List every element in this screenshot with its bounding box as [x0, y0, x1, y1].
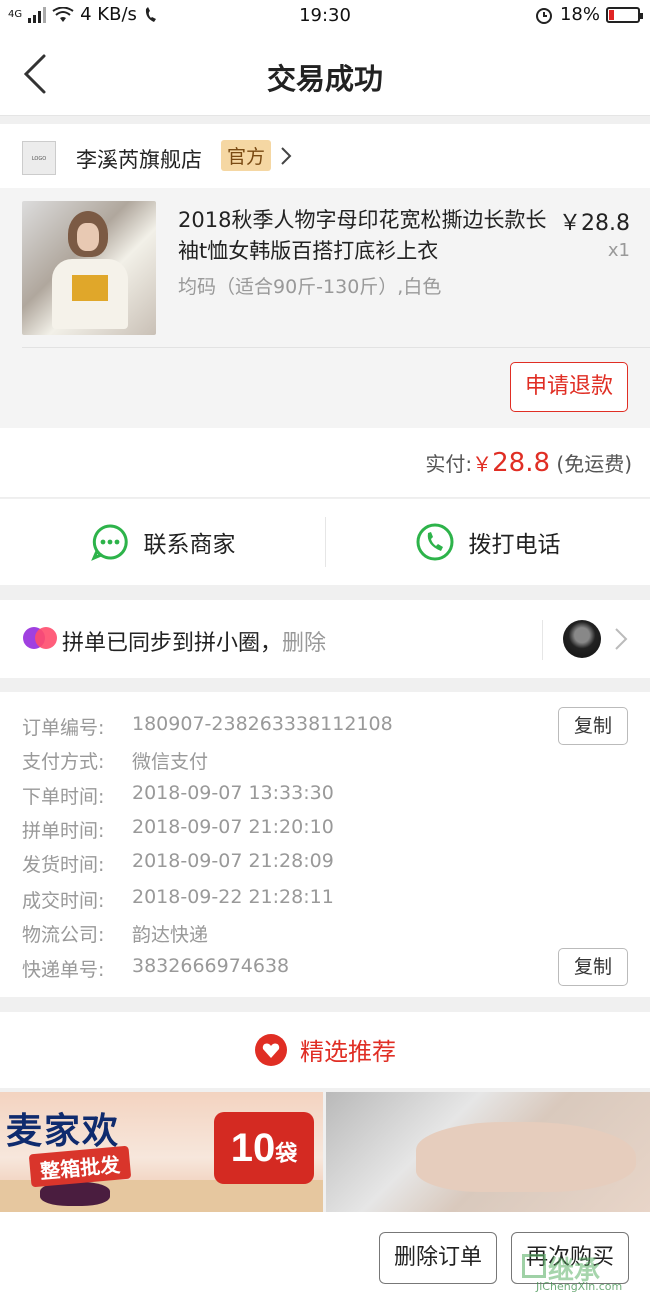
product-thumbnail: [22, 201, 156, 335]
alarm-icon: [535, 7, 552, 24]
info-key: 成交时间:: [22, 890, 105, 912]
info-value: 韵达快递: [132, 924, 209, 946]
page-title: 交易成功: [266, 62, 383, 96]
chat-icon: [90, 524, 128, 561]
shipping-note: (免运费): [556, 452, 632, 476]
banner-count-badge: 10袋: [214, 1112, 314, 1184]
status-right: 18%: [534, 4, 643, 25]
info-value: 2018-09-07 13:33:30: [132, 782, 334, 804]
chevron-right-icon[interactable]: [614, 627, 628, 651]
info-row-payment: 支付方式: 微信支付: [22, 747, 208, 774]
refund-button[interactable]: 申请退款: [510, 362, 628, 412]
info-key: 发货时间:: [22, 854, 105, 876]
sync-banner: 拼单已同步到拼小圈，删除: [0, 600, 650, 678]
payment-line: 实付:￥28.8 (免运费): [425, 448, 632, 478]
info-key: 订单编号:: [22, 717, 105, 739]
product-spec: 均码（适合90斤-130斤）,白色: [178, 276, 442, 298]
recommend-header: 精选推荐: [0, 1012, 650, 1088]
call-phone-label: 拨打电话: [468, 532, 561, 558]
recommend-item-left[interactable]: 麦家欢 整箱批发 10袋: [0, 1092, 323, 1212]
sync-text-line: 拼单已同步到拼小圈，删除: [62, 625, 326, 657]
payment-summary: 实付:￥28.8 (免运费): [0, 428, 650, 498]
buy-again-button[interactable]: 再次购买: [511, 1232, 629, 1284]
product-divider: [22, 347, 650, 348]
paid-label: 实付:: [425, 452, 473, 476]
call-phone-button[interactable]: 拨打电话: [325, 499, 650, 585]
delete-order-button[interactable]: 删除订单: [379, 1232, 497, 1284]
info-row-group-time: 拼单时间: 2018-09-07 21:20:10: [22, 816, 334, 843]
info-key: 支付方式:: [22, 751, 105, 773]
info-value: 3832666974638: [132, 955, 290, 977]
info-row-deal-time: 成交时间: 2018-09-22 21:28:11: [22, 886, 334, 913]
order-info: 订单编号: 180907-238263338112108 复制 支付方式: 微信支付…: [0, 692, 650, 997]
copy-order-no-button[interactable]: 复制: [558, 707, 628, 745]
info-key: 拼单时间:: [22, 820, 105, 842]
info-value: 2018-09-07 21:28:09: [132, 850, 334, 872]
contact-merchant-label: 联系商家: [143, 532, 236, 558]
phone-icon: [416, 523, 453, 561]
sync-message: 拼单已同步到拼小圈，: [62, 631, 283, 656]
info-value: 2018-09-07 21:20:10: [132, 816, 334, 838]
pinxiaoquan-icon: [23, 627, 57, 649]
battery-level: [609, 9, 615, 20]
battery-icon: [606, 6, 643, 23]
banner-brand: 麦家欢: [6, 1110, 121, 1152]
info-value: 微信支付: [132, 751, 209, 773]
avatar[interactable]: [563, 620, 601, 658]
sync-separator: [542, 620, 543, 660]
nav-bar: 交易成功: [0, 34, 650, 116]
info-key: 快递单号:: [22, 959, 105, 981]
product-photo: [416, 1122, 636, 1192]
recommend-title-line: 精选推荐: [0, 1032, 650, 1067]
contact-merchant-button[interactable]: 联系商家: [0, 499, 325, 585]
info-row-order-no: 订单编号: 180907-238263338112108: [22, 713, 393, 740]
official-badge: 官方: [221, 140, 272, 171]
shop-logo: LOGO: [22, 141, 56, 175]
info-row-courier: 物流公司: 韵达快递: [22, 920, 208, 947]
bottom-bar: 删除订单 再次购买: [0, 1212, 650, 1300]
product-price: ￥28.8: [559, 211, 630, 236]
shop-name: 李溪芮旗舰店: [76, 148, 202, 172]
product-title: 2018秋季人物字母印花宽松撕边长款长袖t恤女韩版百搭打底衫上衣: [178, 208, 547, 263]
info-row-tracking-no: 快递单号: 3832666974638: [22, 955, 289, 982]
banner-unit: 袋: [275, 1141, 298, 1166]
product-quantity: x1: [607, 240, 630, 261]
heart-badge-icon: [255, 1033, 287, 1066]
info-key: 物流公司:: [22, 924, 105, 946]
paid-currency: ￥: [472, 452, 493, 476]
info-row-ship-time: 发货时间: 2018-09-07 21:28:09: [22, 850, 334, 877]
status-bar: 4G 4 KB/s 19:30 18%: [0, 0, 650, 34]
copy-tracking-no-button[interactable]: 复制: [558, 948, 628, 986]
banner-count: 10: [230, 1126, 276, 1170]
recommend-title: 精选推荐: [300, 1038, 396, 1066]
info-row-order-time: 下单时间: 2018-09-07 13:33:30: [22, 782, 334, 809]
shop-row[interactable]: LOGO 李溪芮旗舰店 官方: [0, 124, 650, 188]
info-value: 2018-09-22 21:28:11: [132, 886, 334, 908]
thumb-face: [77, 223, 99, 251]
contact-bar: 联系商家 拨打电话: [0, 499, 650, 585]
thumb-print: [72, 275, 108, 301]
paid-amount: 28.8: [492, 448, 551, 478]
recommend-item-right[interactable]: [326, 1092, 650, 1212]
chevron-right-icon: [281, 147, 292, 165]
battery-percent: 18%: [559, 4, 600, 25]
sync-delete-link[interactable]: 删除: [282, 631, 326, 656]
product-card[interactable]: 2018秋季人物字母印花宽松撕边长款长袖t恤女韩版百搭打底衫上衣 ￥28.8 x…: [0, 188, 650, 428]
info-key: 下单时间:: [22, 786, 105, 808]
info-value: 180907-238263338112108: [132, 713, 393, 735]
